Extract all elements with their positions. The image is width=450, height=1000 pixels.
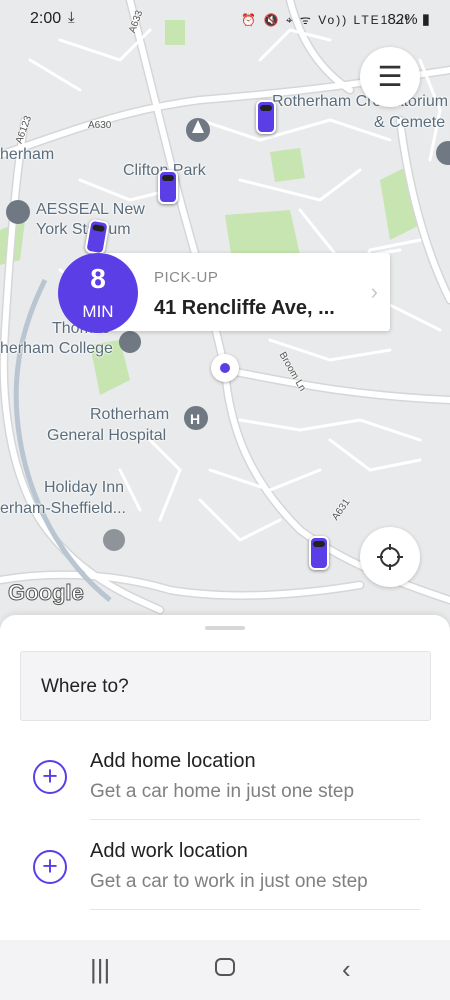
map-label-cemetery: & Cemete: [374, 114, 446, 131]
menu-button[interactable]: ☰: [360, 47, 420, 107]
hamburger-menu-icon: ☰: [377, 61, 403, 92]
map-label-hospital-2: General Hospital: [47, 427, 167, 444]
eta-unit: MIN: [82, 302, 114, 321]
car-marker: [256, 100, 276, 134]
user-location-dot: [211, 354, 239, 382]
where-to-label: Where to?: [41, 676, 129, 697]
car-marker: [158, 170, 178, 204]
map-label-rotherham: herham: [0, 146, 55, 163]
plus-circle-icon: +: [33, 760, 67, 794]
svg-text:H: H: [190, 411, 200, 427]
system-nav-bar: ||| ‹: [0, 940, 450, 1000]
pickup-card[interactable]: PICK-UP 41 Rencliffe Ave, ... ›: [95, 253, 390, 331]
eta-badge: 8 MIN: [58, 253, 138, 333]
car-marker: [309, 536, 329, 570]
add-home-title: Add home location: [90, 750, 256, 772]
divider: [90, 819, 420, 820]
map-label-stadium: York Stadium: [36, 221, 131, 238]
map-label-hospital-1: Rotherham: [90, 406, 170, 423]
bottom-sheet: Where to? + Add home location Get a car …: [0, 615, 450, 940]
map-label-holiday-inn: Holiday Inn: [44, 479, 125, 496]
recents-icon[interactable]: |||: [90, 954, 110, 984]
download-arrow-icon: ⤓: [68, 9, 75, 26]
sheet-grabber[interactable]: [205, 626, 245, 630]
where-to-input[interactable]: Where to?: [20, 651, 431, 721]
pickup-label: PICK-UP: [154, 269, 219, 286]
back-chevron-icon[interactable]: ‹: [342, 954, 351, 984]
crosshair-locate-icon: [377, 544, 403, 570]
battery-level: 82% ▮: [387, 11, 430, 28]
locate-me-button[interactable]: [360, 527, 420, 587]
plus-circle-icon: +: [33, 850, 67, 884]
map-label-college-2: herham College: [0, 340, 113, 357]
divider: [90, 909, 420, 910]
status-time: 2:00: [30, 10, 62, 27]
home-nav-icon[interactable]: [214, 954, 236, 984]
add-home-subtitle: Get a car home in just one step: [90, 781, 355, 802]
eta-number: 8: [90, 263, 106, 294]
status-indicators: ⏰ 🔇 ⌖ ᯤ Vo)) LTE1 .ıl: [241, 13, 410, 27]
pickup-address: 41 Rencliffe Ave, ...: [154, 297, 335, 319]
chevron-right-icon: ›: [370, 279, 378, 304]
add-work-location-row[interactable]: + Add work location Get a car to work in…: [0, 823, 450, 911]
add-home-location-row[interactable]: + Add home location Get a car home in ju…: [0, 733, 450, 821]
map-label-aesseal: AESSEAL New: [36, 201, 145, 218]
map-label-holiday-inn-2: erham-Sheffield...: [0, 500, 126, 517]
status-bar: 2:00 ⤓ ⏰ 🔇 ⌖ ᯤ Vo)) LTE1 .ıl 82% ▮: [0, 0, 450, 40]
google-logo: Google: [8, 580, 85, 606]
add-work-subtitle: Get a car to work in just one step: [90, 871, 368, 892]
road-label-a630: A630: [88, 120, 112, 131]
map-label-crematorium: Rotherham Crematorium: [272, 93, 449, 110]
add-work-title: Add work location: [90, 840, 248, 862]
